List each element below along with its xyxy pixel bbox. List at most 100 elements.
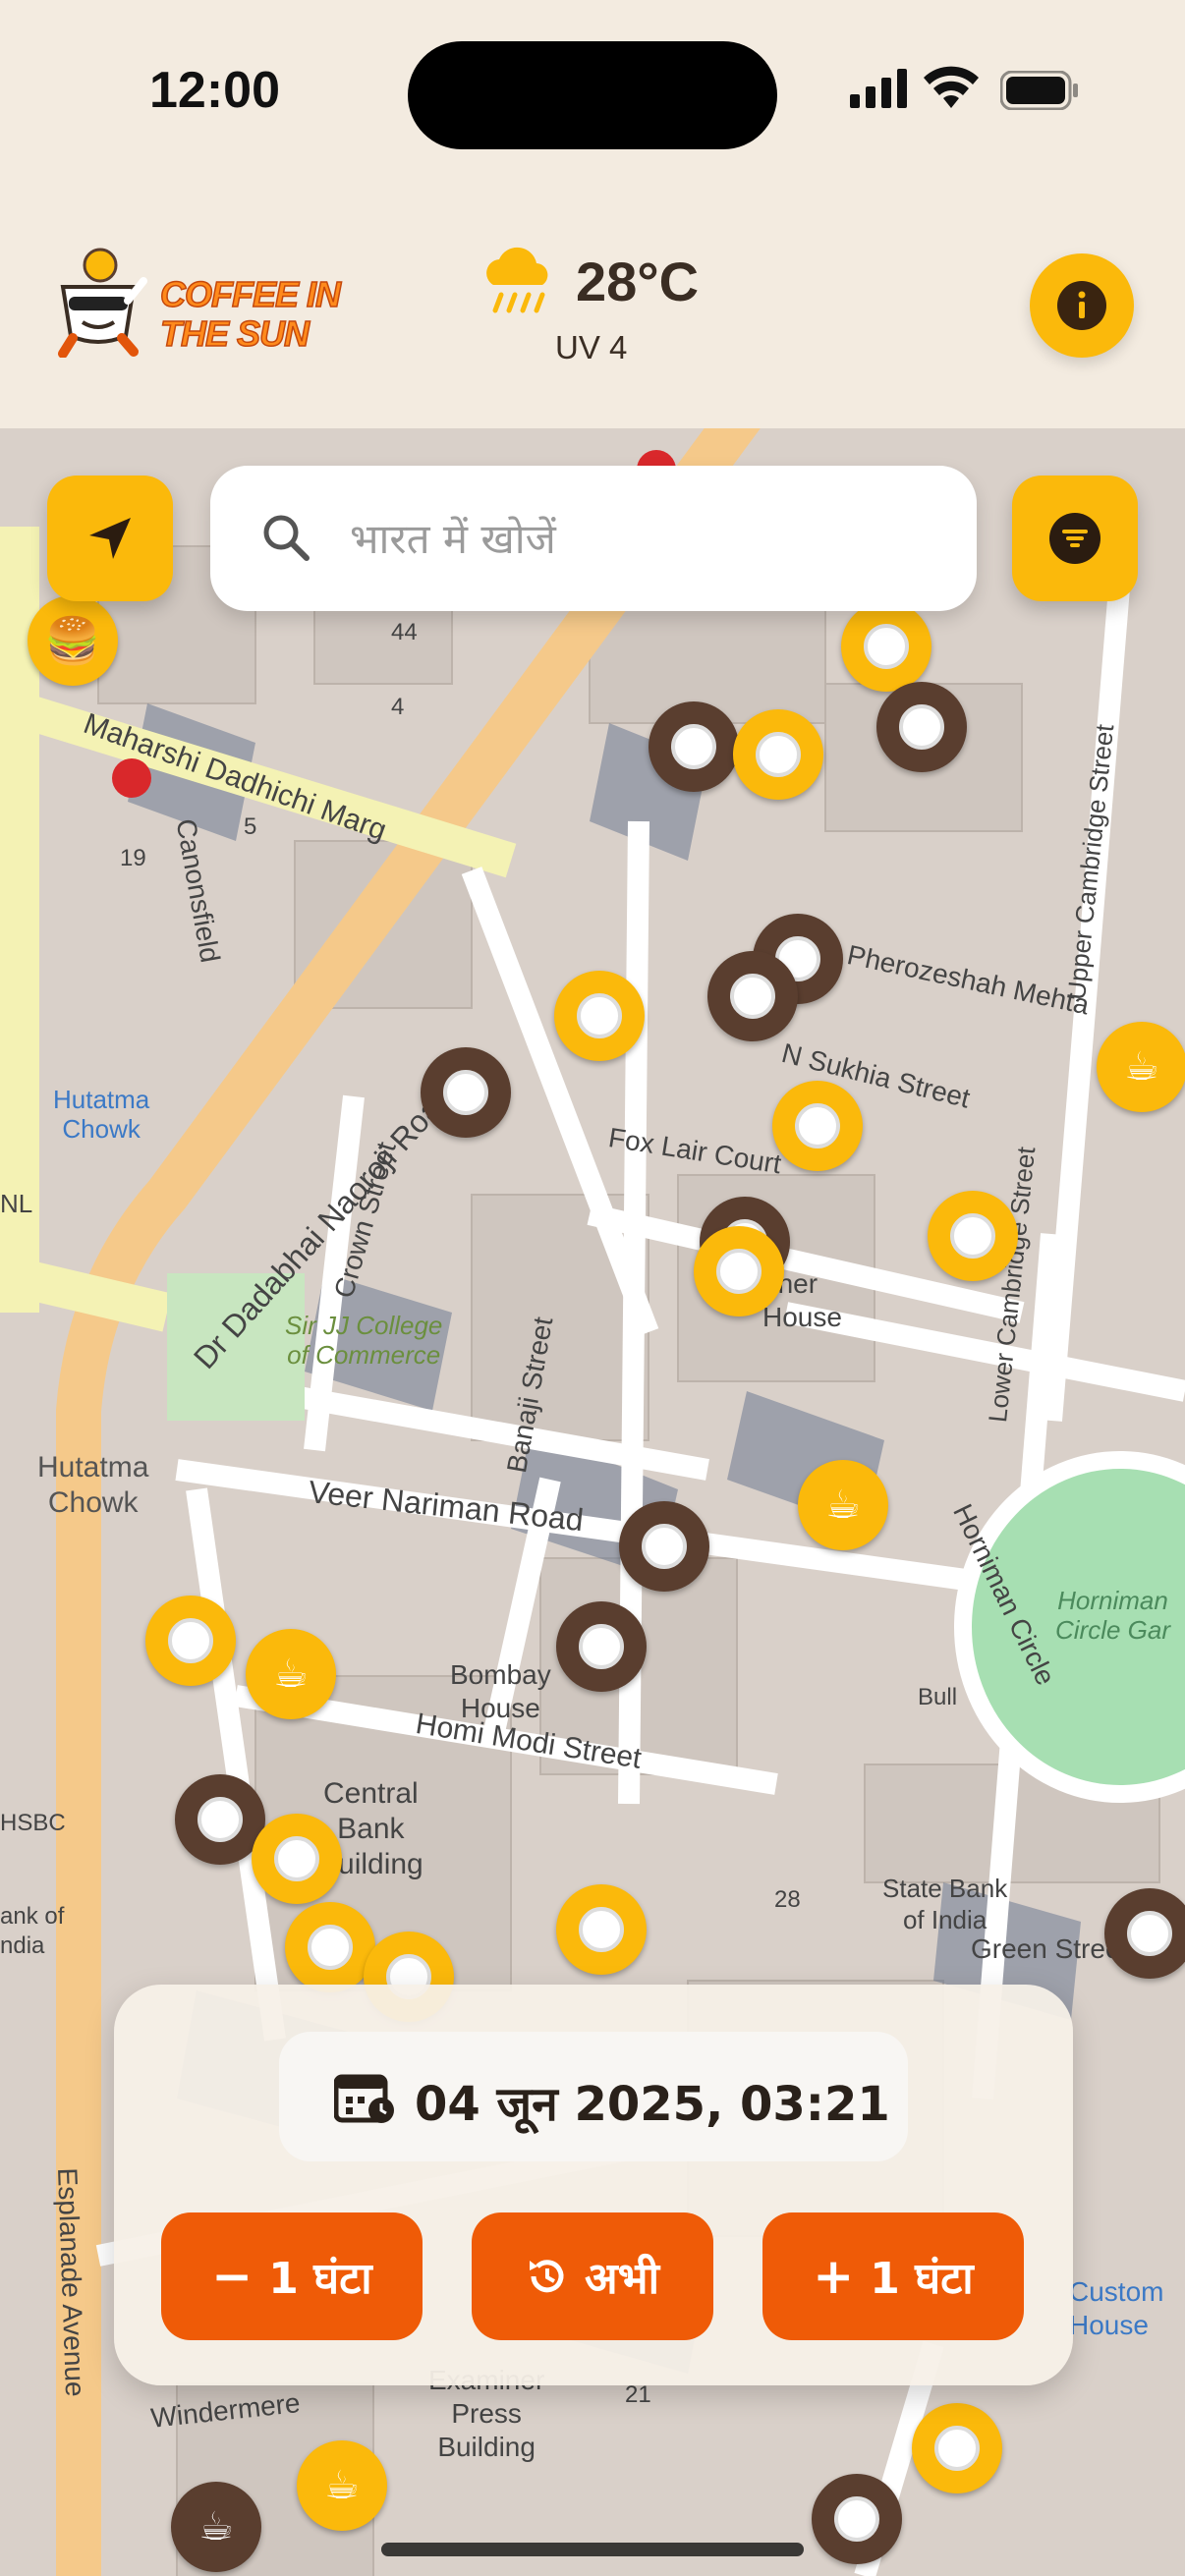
- minus-button-label: 1 घंटा: [268, 2254, 372, 2304]
- restaurant-marker[interactable]: [649, 701, 739, 792]
- house-number: 28: [774, 1886, 801, 1913]
- coffee-cup-icon: ☕: [198, 2505, 234, 2548]
- restaurant-marker[interactable]: [733, 709, 823, 800]
- minus-icon: −: [211, 2248, 254, 2305]
- filter-icon: [1049, 513, 1100, 564]
- place-label: Hutatma Chowk: [53, 1085, 150, 1144]
- plate-icon: [864, 624, 909, 669]
- navigation-arrow-icon: [89, 518, 131, 559]
- house-number: 19: [120, 845, 146, 871]
- app-logo-text: COFFEE IN THE SUN: [159, 274, 342, 355]
- cafe-marker[interactable]: ☕: [171, 2482, 261, 2572]
- plate-icon: [899, 704, 944, 750]
- place-label: Horniman Circle Gar: [1055, 1586, 1171, 1645]
- plate-icon: [950, 1213, 995, 1259]
- calendar-clock-icon: [334, 2074, 394, 2123]
- locate-me-button[interactable]: [47, 476, 173, 601]
- cellular-signal-icon: [850, 69, 907, 108]
- restaurant-marker[interactable]: [772, 1081, 863, 1171]
- burger-icon: 🍔: [44, 614, 101, 666]
- plate-icon: [730, 974, 775, 1019]
- restaurant-marker[interactable]: [841, 601, 931, 692]
- plate-icon: [756, 732, 801, 777]
- cafe-marker[interactable]: ☕: [1097, 1022, 1185, 1112]
- place-label: Bull: [918, 1684, 958, 1710]
- uv-index-label: UV 4: [555, 329, 628, 365]
- logo-line-1: COFFEE IN: [159, 274, 342, 315]
- now-button[interactable]: अभी: [472, 2212, 713, 2340]
- restaurant-marker[interactable]: [556, 1884, 647, 1975]
- plus-one-hour-button[interactable]: + 1 घंटा: [762, 2212, 1024, 2340]
- plate-icon: [198, 1797, 243, 1842]
- restaurant-marker[interactable]: [556, 1601, 647, 1692]
- restaurant-marker[interactable]: [707, 951, 798, 1041]
- logo-line-2: THE SUN: [159, 313, 310, 355]
- plate-icon: [834, 2496, 879, 2542]
- place-label: Sir JJ College of Commerce: [285, 1311, 443, 1370]
- house-number: 5: [244, 813, 257, 840]
- plus-icon: +: [813, 2248, 855, 2305]
- place-label: Hutatma Chowk: [37, 1451, 149, 1519]
- plate-icon: [1127, 1911, 1172, 1956]
- restaurant-marker[interactable]: [694, 1226, 784, 1316]
- restaurant-marker[interactable]: [252, 1814, 342, 1904]
- filter-button[interactable]: [1012, 476, 1138, 601]
- datetime-text: 04 जून 2025, 03:21: [415, 2077, 890, 2132]
- burger-marker[interactable]: 🍔: [28, 595, 118, 686]
- wifi-icon: [924, 66, 979, 108]
- place-label: Bombay House: [450, 1659, 551, 1723]
- search-input[interactable]: [348, 503, 941, 574]
- place-label: NL: [0, 1189, 33, 1218]
- search-bar[interactable]: [210, 466, 977, 611]
- minus-one-hour-button[interactable]: − 1 घंटा: [161, 2212, 423, 2340]
- restaurant-marker[interactable]: [285, 1902, 375, 1992]
- plate-icon: [274, 1836, 319, 1881]
- house-number: 21: [625, 2381, 651, 2408]
- plate-icon: [716, 1249, 762, 1294]
- plate-icon: [642, 1524, 687, 1569]
- now-button-label: अभी: [585, 2254, 659, 2304]
- restaurant-marker[interactable]: [812, 2474, 902, 2564]
- time-control-panel: 04 जून 2025, 03:21 − 1 घंटा अभी + 1 घंटा: [114, 1985, 1073, 2385]
- home-indicator[interactable]: [381, 2543, 804, 2556]
- place-label: HSBC: [0, 1810, 66, 1836]
- coffee-cup-icon: ☕: [324, 2464, 360, 2507]
- status-time: 12:00: [149, 62, 280, 119]
- coffee-cup-icon: ☕: [273, 1652, 309, 1696]
- dynamic-island: [408, 41, 777, 149]
- plate-icon: [577, 993, 622, 1038]
- restaurant-marker[interactable]: [554, 971, 645, 1061]
- datetime-display[interactable]: 04 जून 2025, 03:21: [279, 2032, 908, 2161]
- plate-icon: [168, 1618, 213, 1663]
- restaurant-marker[interactable]: [145, 1596, 236, 1686]
- search-icon: [263, 515, 310, 561]
- plate-icon: [308, 1925, 353, 1970]
- coffee-cup-icon: ☕: [1124, 1045, 1159, 1089]
- restaurant-marker[interactable]: [619, 1501, 709, 1592]
- cafe-marker[interactable]: ☕: [246, 1629, 336, 1719]
- history-clock-icon: [530, 2260, 564, 2293]
- restaurant-marker[interactable]: [928, 1191, 1018, 1281]
- cafe-marker[interactable]: ☕: [297, 2440, 387, 2531]
- status-bar: 12:00: [0, 0, 1185, 187]
- restaurant-marker[interactable]: [1104, 1888, 1185, 1979]
- info-button[interactable]: [1030, 253, 1134, 358]
- cafe-marker[interactable]: ☕: [798, 1460, 888, 1550]
- coffee-mascot-logo-icon: [58, 248, 147, 358]
- place-label: State Bank of India: [882, 1874, 1008, 1934]
- battery-icon: [1000, 71, 1078, 110]
- restaurant-marker[interactable]: [421, 1047, 511, 1138]
- restaurant-marker[interactable]: [876, 682, 967, 772]
- plate-icon: [671, 724, 716, 769]
- info-icon: [1057, 281, 1106, 330]
- plus-button-label: 1 घंटा: [870, 2254, 974, 2304]
- coffee-cup-icon: ☕: [825, 1484, 861, 1527]
- rain-cloud-icon: [486, 247, 548, 313]
- house-number: 44: [391, 619, 418, 645]
- plate-icon: [934, 2426, 980, 2471]
- restaurant-marker[interactable]: [912, 2403, 1002, 2493]
- plate-icon: [579, 1624, 624, 1669]
- place-label: ank of ndia: [0, 1903, 65, 1959]
- app-header: COFFEE IN THE SUN 28°C UV 4: [0, 187, 1185, 428]
- plate-icon: [579, 1907, 624, 1952]
